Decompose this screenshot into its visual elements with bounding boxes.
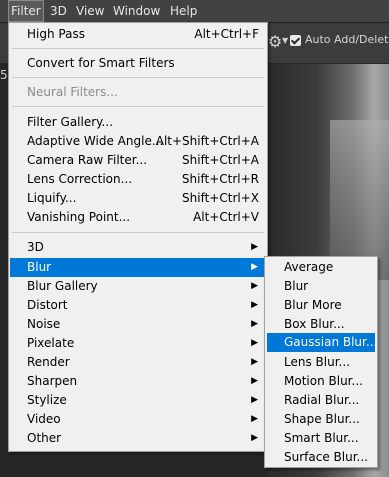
menu-separator	[12, 48, 264, 49]
menu-item-noise[interactable]: Noise ▶	[10, 315, 266, 334]
submenu-item-label: Surface Blur...	[284, 450, 368, 464]
menu-item-label: Video	[27, 412, 61, 426]
submenu-item-gaussian-blur[interactable]: Gaussian Blur...	[267, 333, 378, 352]
menu-item-render[interactable]: Render ▶	[10, 353, 266, 372]
menu-item-label: Neural Filters...	[27, 85, 118, 99]
menubar: Filter 3D View Window Help	[0, 0, 389, 23]
filter-menu: High Pass Alt+Ctrl+F Convert for Smart F…	[8, 22, 268, 452]
submenu-item-label: Gaussian Blur...	[284, 335, 378, 349]
menu-filter[interactable]: Filter	[8, 0, 44, 22]
menu-item-3d[interactable]: 3D ▶	[10, 238, 266, 257]
submenu-item-label: Average	[284, 260, 334, 274]
submenu-item-label: Blur	[284, 279, 309, 293]
submenu-item-lens-blur[interactable]: Lens Blur...	[267, 353, 375, 372]
submenu-item-label: Shape Blur...	[284, 412, 360, 426]
menu-item-label: Camera Raw Filter...	[27, 153, 148, 167]
submenu-item-label: Smart Blur...	[284, 431, 359, 445]
submenu-item-motion-blur[interactable]: Motion Blur...	[267, 372, 375, 391]
auto-add-delete-checkbox[interactable]	[290, 35, 301, 46]
menu-item-label: 3D	[27, 240, 44, 254]
submenu-arrow-icon: ▶	[251, 433, 258, 443]
menu-item-blur[interactable]: Blur ▶	[10, 258, 266, 277]
menu-item-camera-raw-filter[interactable]: Camera Raw Filter... Shift+Ctrl+A	[10, 151, 266, 170]
menu-item-label: Sharpen	[27, 374, 78, 388]
submenu-arrow-icon: ▶	[251, 281, 258, 291]
menu-item-other[interactable]: Other ▶	[10, 429, 266, 448]
menu-item-shortcut: Alt+Ctrl+F	[194, 27, 259, 41]
submenu-item-average[interactable]: Average	[267, 258, 375, 277]
submenu-item-label: Blur More	[284, 298, 342, 312]
submenu-arrow-icon: ▶	[251, 300, 258, 310]
menu-item-convert-smart-filters[interactable]: Convert for Smart Filters	[10, 54, 266, 73]
submenu-item-label: Lens Blur...	[284, 355, 350, 369]
menu-item-shortcut: Shift+Ctrl+X	[182, 191, 259, 205]
submenu-arrow-icon: ▶	[251, 357, 258, 367]
menu-separator	[12, 106, 264, 107]
submenu-item-radial-blur[interactable]: Radial Blur...	[267, 391, 375, 410]
submenu-item-blur-more[interactable]: Blur More	[267, 296, 375, 315]
submenu-item-label: Box Blur...	[284, 317, 345, 331]
menu-window[interactable]: Window	[110, 0, 163, 22]
menu-item-distort[interactable]: Distort ▶	[10, 296, 266, 315]
submenu-arrow-icon: ▶	[251, 319, 258, 329]
menu-item-label: Lens Correction...	[27, 172, 133, 186]
submenu-arrow-icon: ▶	[251, 338, 258, 348]
zoom-digit-partial: 5	[0, 68, 8, 82]
submenu-item-shape-blur[interactable]: Shape Blur...	[267, 410, 375, 429]
menu-item-label: Liquify...	[27, 191, 77, 205]
menu-separator	[12, 77, 264, 78]
menu-item-video[interactable]: Video ▶	[10, 410, 266, 429]
menu-3d[interactable]: 3D	[47, 0, 70, 22]
menu-item-shortcut: Shift+Ctrl+R	[181, 172, 259, 186]
menu-item-shortcut: Alt+Shift+Ctrl+A	[155, 134, 259, 148]
menu-item-neural-filters: Neural Filters...	[10, 83, 266, 102]
menu-item-label: Distort	[27, 298, 68, 312]
submenu-arrow-icon: ▶	[251, 376, 258, 386]
menu-item-pixelate[interactable]: Pixelate ▶	[10, 334, 266, 353]
menu-help[interactable]: Help	[167, 0, 200, 22]
menu-separator	[12, 232, 264, 233]
menu-item-vanishing-point[interactable]: Vanishing Point... Alt+Ctrl+V	[10, 208, 266, 227]
menu-view[interactable]: View	[73, 0, 107, 22]
submenu-arrow-icon: ▶	[251, 242, 258, 252]
submenu-item-blur[interactable]: Blur	[267, 277, 375, 296]
menu-item-label: Blur	[27, 260, 52, 274]
submenu-item-smart-blur[interactable]: Smart Blur...	[267, 429, 375, 448]
auto-add-delete-label: Auto Add/Delete	[305, 33, 389, 46]
menu-item-filter-gallery[interactable]: Filter Gallery...	[10, 113, 266, 132]
menu-item-stylize[interactable]: Stylize ▶	[10, 391, 266, 410]
submenu-item-label: Motion Blur...	[284, 374, 363, 388]
menu-item-label: Pixelate	[27, 336, 75, 350]
menu-item-blur-gallery[interactable]: Blur Gallery ▶	[10, 277, 266, 296]
menu-item-label: Filter Gallery...	[27, 115, 114, 129]
menu-item-label: Noise	[27, 317, 61, 331]
menu-item-lens-correction[interactable]: Lens Correction... Shift+Ctrl+R	[10, 170, 266, 189]
submenu-arrow-icon: ▶	[251, 395, 258, 405]
menu-item-label: Blur Gallery	[27, 279, 98, 293]
menu-item-adaptive-wide-angle[interactable]: Adaptive Wide Angle... Alt+Shift+Ctrl+A	[10, 132, 266, 151]
menu-item-label: Convert for Smart Filters	[27, 56, 175, 70]
submenu-arrow-icon: ▶	[251, 414, 258, 424]
menu-item-high-pass[interactable]: High Pass Alt+Ctrl+F	[10, 25, 266, 44]
menu-item-label: Vanishing Point...	[27, 210, 131, 224]
menu-item-label: High Pass	[27, 27, 85, 41]
menu-item-label: Other	[27, 431, 62, 445]
submenu-item-box-blur[interactable]: Box Blur...	[267, 315, 375, 334]
menu-item-sharpen[interactable]: Sharpen ▶	[10, 372, 266, 391]
chevron-down-icon[interactable]: ▼	[282, 36, 288, 45]
menu-item-shortcut: Alt+Ctrl+V	[193, 210, 259, 224]
menu-item-liquify[interactable]: Liquify... Shift+Ctrl+X	[10, 189, 266, 208]
menu-item-label: Adaptive Wide Angle...	[27, 134, 164, 148]
blur-submenu: Average Blur Blur More Box Blur... Gauss…	[264, 256, 378, 468]
menu-item-label: Render	[27, 355, 70, 369]
submenu-item-label: Radial Blur...	[284, 393, 360, 407]
menu-item-label: Stylize	[27, 393, 67, 407]
menu-item-shortcut: Shift+Ctrl+A	[182, 153, 259, 167]
submenu-item-surface-blur[interactable]: Surface Blur...	[267, 448, 375, 467]
submenu-arrow-icon: ▶	[251, 262, 258, 272]
